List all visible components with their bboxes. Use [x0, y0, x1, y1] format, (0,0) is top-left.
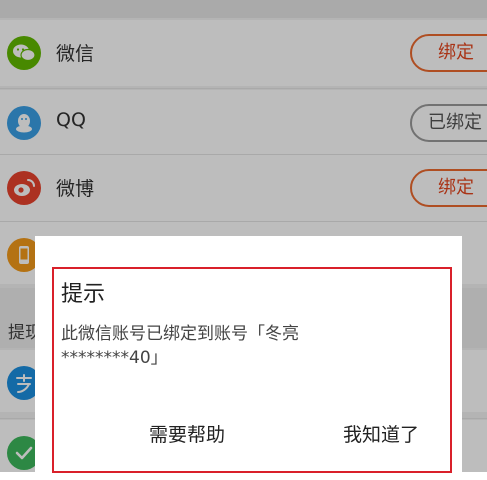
- need-help-button[interactable]: 需要帮助: [149, 420, 225, 447]
- alert-dialog: 提示 此微信账号已绑定到账号「冬亮 ********40」 需要帮助 我知道了: [35, 236, 462, 473]
- got-it-button[interactable]: 我知道了: [343, 420, 419, 447]
- dialog-title: 提示: [61, 282, 106, 307]
- dialog-message: 此微信账号已绑定到账号「冬亮 ********40」: [61, 322, 411, 370]
- dialog-message-line1: 此微信账号已绑定到账号「冬亮: [61, 324, 299, 344]
- dialog-message-line2: ********40」: [61, 348, 168, 368]
